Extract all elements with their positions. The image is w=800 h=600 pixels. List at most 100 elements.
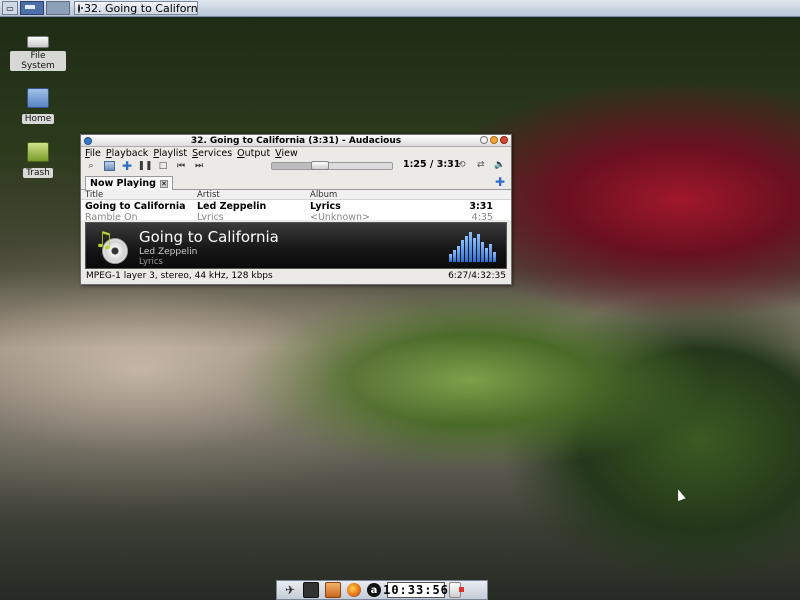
search-files-icon: ⌕ <box>88 161 94 171</box>
menu-label: ervices <box>198 147 233 159</box>
row-album: <Unknown> <box>310 211 371 221</box>
shuffle-button[interactable]: ⇄ <box>477 160 485 170</box>
logout-icon[interactable] <box>449 582 464 598</box>
row-album: Lyrics <box>310 200 341 212</box>
menu-playlist[interactable]: Playlist <box>153 148 187 159</box>
stream-format: MPEG-1 layer 3, stereo, 44 kHz, 128 kbps <box>86 271 273 281</box>
new-playlist-button[interactable]: ✚ <box>495 175 505 189</box>
pause-button[interactable]: ❚❚ <box>137 160 153 172</box>
launcher-terminal-icon[interactable] <box>303 582 319 598</box>
now-playing-title: Going to California <box>139 228 279 246</box>
add-url-button[interactable]: ✚ <box>121 159 133 173</box>
toolbar: ⌕ ✚ ❚❚ □ ⏮ ⏭ 1:25 / 3:31 ⟲ ⇄ 🔈 <box>81 159 511 173</box>
menu-output[interactable]: Output <box>237 148 270 159</box>
audacious-icon <box>78 3 83 13</box>
row-length: 4:35 <box>471 211 493 221</box>
statusbar: MPEG-1 layer 3, stereo, 44 kHz, 128 kbps… <box>81 270 511 282</box>
desktop-icon-home[interactable]: Home <box>10 88 66 124</box>
visualizer-bar <box>453 250 456 262</box>
now-playing-album: Lyrics <box>139 257 163 267</box>
column-header-title[interactable]: Title <box>81 190 193 199</box>
column-header-artist[interactable]: Artist <box>193 190 306 199</box>
repeat-icon: ⟲ <box>458 160 466 170</box>
visualizer-bar <box>489 244 492 262</box>
menu-mnemonic: O <box>237 147 245 159</box>
launcher-firefox-icon[interactable] <box>347 583 361 597</box>
visualizer-bar <box>493 252 496 262</box>
add-files-button[interactable] <box>103 160 115 172</box>
repeat-button[interactable]: ⟲ <box>458 160 466 170</box>
time-display: 1:25 / 3:31 <box>403 159 461 170</box>
menu-label: iew <box>281 147 298 159</box>
table-row[interactable]: Ramble On Lyrics <Unknown> 4:35 <box>81 211 511 221</box>
audacious-window: 32. Going to California (3:31) - Audacio… <box>80 134 512 285</box>
menu-label: ile <box>89 147 101 159</box>
launcher-audacious-icon[interactable]: a <box>367 583 381 597</box>
shuffle-icon: ⇄ <box>477 160 485 170</box>
visualizer-bar <box>457 246 460 262</box>
close-tab-icon[interactable]: ✕ <box>159 179 168 188</box>
open-files-button[interactable]: ⌕ <box>85 160 97 172</box>
bottom-dock: ✈ a 10:33:56 <box>276 580 488 600</box>
desktop-icon-label: Home <box>21 114 55 124</box>
now-playing-info-area: ♫ Going to California Led Zeppelin Lyric… <box>85 222 507 269</box>
playlist-tabs: Now Playing ✕ ✚ <box>81 175 511 190</box>
desktop-icon-label: File System <box>10 51 66 71</box>
next-icon: ⏭ <box>194 161 204 171</box>
next-button[interactable]: ⏭ <box>193 160 205 172</box>
table-row[interactable]: Going to California Led Zeppelin Lyrics … <box>81 200 511 212</box>
volume-icon: 🔈 <box>494 160 506 170</box>
workspace-2[interactable] <box>46 1 70 15</box>
minimize-button[interactable] <box>480 136 488 144</box>
visualizer-bar <box>473 238 476 262</box>
playlist-header: Title Artist Album <box>81 190 511 200</box>
seek-handle[interactable] <box>311 161 329 170</box>
column-header-album[interactable]: Album <box>306 190 431 199</box>
stop-button[interactable]: □ <box>157 160 169 172</box>
menu-label: laylist <box>159 147 188 159</box>
row-title: Ramble On <box>85 211 138 221</box>
plus-icon: ✚ <box>494 175 505 189</box>
now-playing-artist: Led Zeppelin <box>139 247 198 257</box>
mouse-cursor-icon <box>674 487 686 502</box>
launcher-file-manager-icon[interactable] <box>325 582 341 598</box>
playlist-view: Title Artist Album Going to California L… <box>81 190 511 220</box>
menu-label: utput <box>244 147 271 159</box>
stop-icon: □ <box>158 161 168 171</box>
visualizer[interactable] <box>449 232 496 262</box>
previous-icon: ⏮ <box>176 161 186 171</box>
launcher-airplane-icon[interactable]: ✈ <box>283 583 297 597</box>
menu-file[interactable]: File <box>85 148 101 159</box>
visualizer-bar <box>485 248 488 262</box>
previous-button[interactable]: ⏮ <box>175 160 187 172</box>
show-desktop-button[interactable]: ▭ <box>2 1 18 15</box>
workspace-1[interactable] <box>20 1 44 15</box>
pause-icon: ❚❚ <box>137 161 153 171</box>
menu-playback[interactable]: Playback <box>106 148 148 159</box>
menu-label: layback <box>111 147 149 159</box>
taskbar-task-audacious[interactable]: 32. Going to California (... <box>74 1 198 15</box>
window-titlebar[interactable]: 32. Going to California (3:31) - Audacio… <box>81 135 511 147</box>
menu-services[interactable]: Services <box>192 148 232 159</box>
volume-button[interactable]: 🔈 <box>494 160 505 170</box>
row-artist: Led Zeppelin <box>197 200 267 212</box>
menu-view[interactable]: View <box>275 148 298 159</box>
drive-icon <box>27 36 49 48</box>
clock[interactable]: 10:33:56 <box>383 582 448 598</box>
tab-now-playing[interactable]: Now Playing ✕ <box>85 176 173 190</box>
desktop-icon-file-system[interactable]: File System <box>10 30 66 71</box>
tab-label: Now Playing <box>90 178 156 189</box>
music-note-icon: ♫ <box>94 228 114 253</box>
row-length: 3:31 <box>469 200 493 212</box>
row-title: Going to California <box>85 200 186 212</box>
trash-icon <box>27 142 49 162</box>
close-button[interactable] <box>500 136 508 144</box>
visualizer-bar <box>481 242 484 262</box>
desktop-icon-trash[interactable]: Trash <box>10 142 66 178</box>
album-art: ♫ <box>94 228 128 264</box>
seek-slider[interactable] <box>271 161 393 170</box>
visualizer-bar <box>477 234 480 262</box>
visualizer-bar <box>465 236 468 262</box>
desktop-icon-label: Trash <box>23 168 53 178</box>
maximize-button[interactable] <box>490 136 498 144</box>
